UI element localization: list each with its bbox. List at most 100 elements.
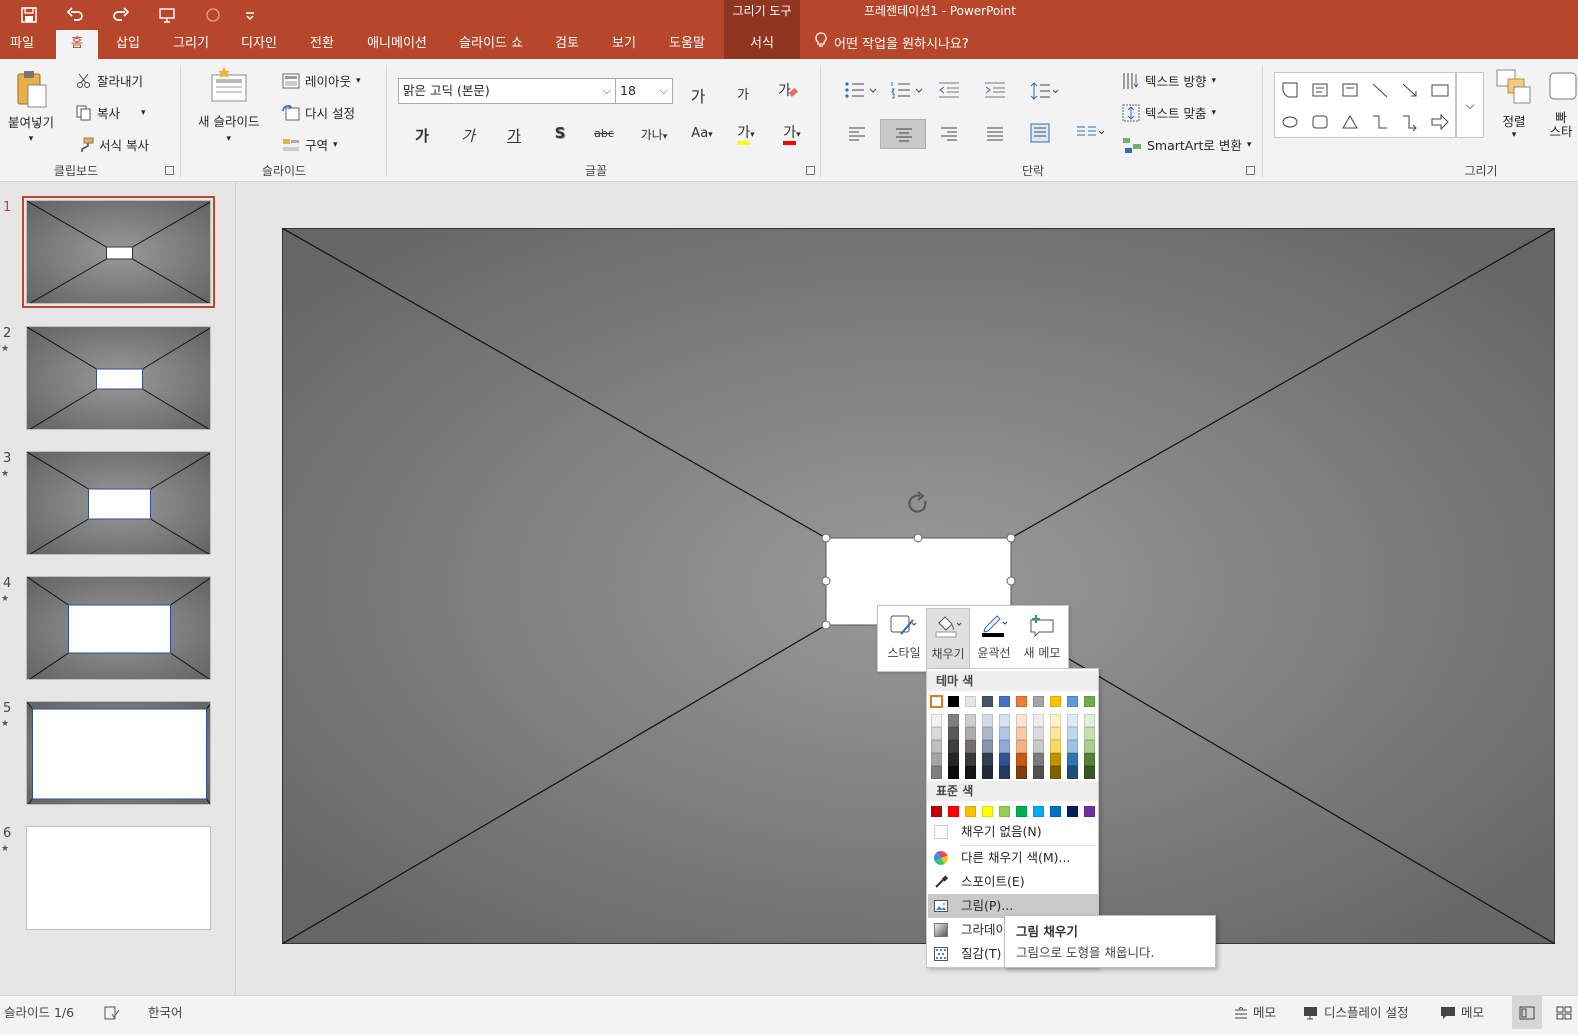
standard-color-swatch[interactable] [965,806,976,817]
spell-check-icon[interactable] [104,996,120,1029]
theme-color-swatch[interactable] [930,695,943,708]
theme-shade-swatch[interactable] [1033,753,1044,766]
theme-shade-swatch[interactable] [1033,727,1044,740]
increase-indent-button[interactable] [984,81,1006,102]
fill-button[interactable]: 채우기 [926,608,970,670]
theme-shade-swatch[interactable] [965,740,976,753]
shadow-button[interactable]: S [548,124,572,142]
font-color-button[interactable]: 가▾ [774,122,810,145]
theme-shade-swatch[interactable] [931,714,942,727]
italic-button[interactable]: 가 [456,125,480,146]
theme-color-swatch[interactable] [965,696,976,707]
theme-shade-swatch[interactable] [1016,727,1027,740]
theme-shade-swatch[interactable] [999,766,1010,779]
tab-slideshow[interactable]: 슬라이드 쇼 [450,30,532,59]
theme-shade-swatch[interactable] [1067,766,1078,779]
cut-button[interactable]: 잘라내기 [76,71,143,90]
clear-formatting-button[interactable]: 가 [776,81,800,105]
new-comment-button[interactable]: 새 메모 [1018,608,1066,670]
theme-color-swatch[interactable] [1033,696,1044,707]
theme-color-swatch[interactable] [1067,696,1078,707]
strikethrough-button[interactable]: abc [592,127,616,140]
text-direction-button[interactable]: 텍스트 방향 ▾ [1122,71,1216,90]
theme-shade-swatch[interactable] [982,766,993,779]
arrange-button[interactable]: 정렬 ▾ [1496,69,1532,140]
paste-button[interactable]: 붙여넣기 ▾ [8,69,54,144]
section-button[interactable]: 구역 ▾ [282,135,338,154]
style-button[interactable]: 스타일 [882,608,926,670]
copy-button[interactable]: 복사 ▾ [76,103,146,122]
theme-color-swatch[interactable] [1050,696,1061,707]
tab-animations[interactable]: 애니메이션 [360,30,434,59]
decrease-indent-button[interactable] [938,81,960,102]
slide-thumbnail-5[interactable] [26,701,211,805]
theme-shade-swatch[interactable] [1067,740,1078,753]
font-size-box[interactable]: 18 ⌵ [615,78,673,104]
theme-color-swatch[interactable] [1016,696,1027,707]
theme-shade-swatch[interactable] [965,753,976,766]
theme-shade-swatch[interactable] [982,727,993,740]
theme-shade-swatch[interactable] [999,714,1010,727]
theme-shade-swatch[interactable] [965,714,976,727]
theme-shade-swatch[interactable] [1067,727,1078,740]
theme-shade-swatch[interactable] [999,740,1010,753]
theme-shade-swatch[interactable] [965,727,976,740]
theme-shade-swatch[interactable] [982,740,993,753]
more-fill-colors-item[interactable]: 다른 채우기 색(M)... [928,846,1098,870]
theme-shade-swatch[interactable] [948,740,959,753]
eyedropper-item[interactable]: 스포이트(E) [928,870,1098,894]
layout-button[interactable]: 레이아웃 ▾ [282,71,361,90]
theme-shade-swatch[interactable] [1050,740,1061,753]
theme-shade-swatch[interactable] [931,727,942,740]
theme-shade-swatch[interactable] [948,727,959,740]
normal-view-button[interactable] [1512,996,1542,1029]
theme-color-swatch[interactable] [982,696,993,707]
theme-color-swatch[interactable] [1084,696,1095,707]
theme-shade-swatch[interactable] [1084,766,1095,779]
outline-button[interactable]: 윤곽선 [972,608,1016,670]
align-center-button[interactable] [880,119,926,149]
theme-shade-swatch[interactable] [948,714,959,727]
touch-mode-icon[interactable] [190,0,236,30]
theme-shade-swatch[interactable] [982,714,993,727]
shapes-gallery[interactable] [1274,72,1456,138]
standard-color-swatch[interactable] [1016,806,1027,817]
theme-shade-swatch[interactable] [1016,714,1027,727]
theme-shade-swatch[interactable] [1050,727,1061,740]
numbering-button[interactable] [890,81,924,102]
theme-shade-swatch[interactable] [931,753,942,766]
grow-font-button[interactable]: 가 [686,83,710,107]
theme-shade-swatch[interactable] [1033,766,1044,779]
present-icon[interactable] [144,0,190,30]
theme-shade-swatch[interactable] [1084,727,1095,740]
tab-insert[interactable]: 삽입 [106,30,150,59]
quick-styles-button[interactable]: 빠 스타 [1544,69,1578,139]
new-slide-button[interactable]: 새 슬라이드 ▾ [198,67,259,144]
theme-shade-swatch[interactable] [931,766,942,779]
columns-button[interactable] [1076,125,1106,144]
line-spacing-button[interactable] [1030,81,1060,104]
theme-shade-swatch[interactable] [1067,714,1078,727]
font-dialog-launcher[interactable] [806,166,815,175]
theme-shade-swatch[interactable] [1084,753,1095,766]
tab-format[interactable]: 서식 [724,30,800,59]
highlight-button[interactable]: 가▾ [728,122,764,145]
language-indicator[interactable]: 한국어 [148,996,183,1029]
save-icon[interactable] [6,0,52,30]
theme-shade-swatch[interactable] [982,753,993,766]
theme-shade-swatch[interactable] [1050,753,1061,766]
slide-thumbnail-4[interactable] [26,576,211,680]
tab-draw[interactable]: 그리기 [166,30,216,59]
bold-button[interactable]: 가 [410,125,434,146]
format-painter-button[interactable]: 서식 복사 [78,135,149,154]
theme-shade-swatch[interactable] [1016,753,1027,766]
slide-thumbnail-2[interactable] [26,326,211,430]
slide-thumbnail-3[interactable] [26,451,211,555]
theme-shade-swatch[interactable] [1067,753,1078,766]
current-slide[interactable] [282,228,1555,944]
align-right-button[interactable] [940,127,958,144]
standard-color-swatch[interactable] [982,806,993,817]
notes-button[interactable]: 메모 [1234,996,1276,1029]
align-text-button[interactable]: 텍스트 맞춤 ▾ [1122,103,1216,122]
bullets-button[interactable] [844,81,878,102]
